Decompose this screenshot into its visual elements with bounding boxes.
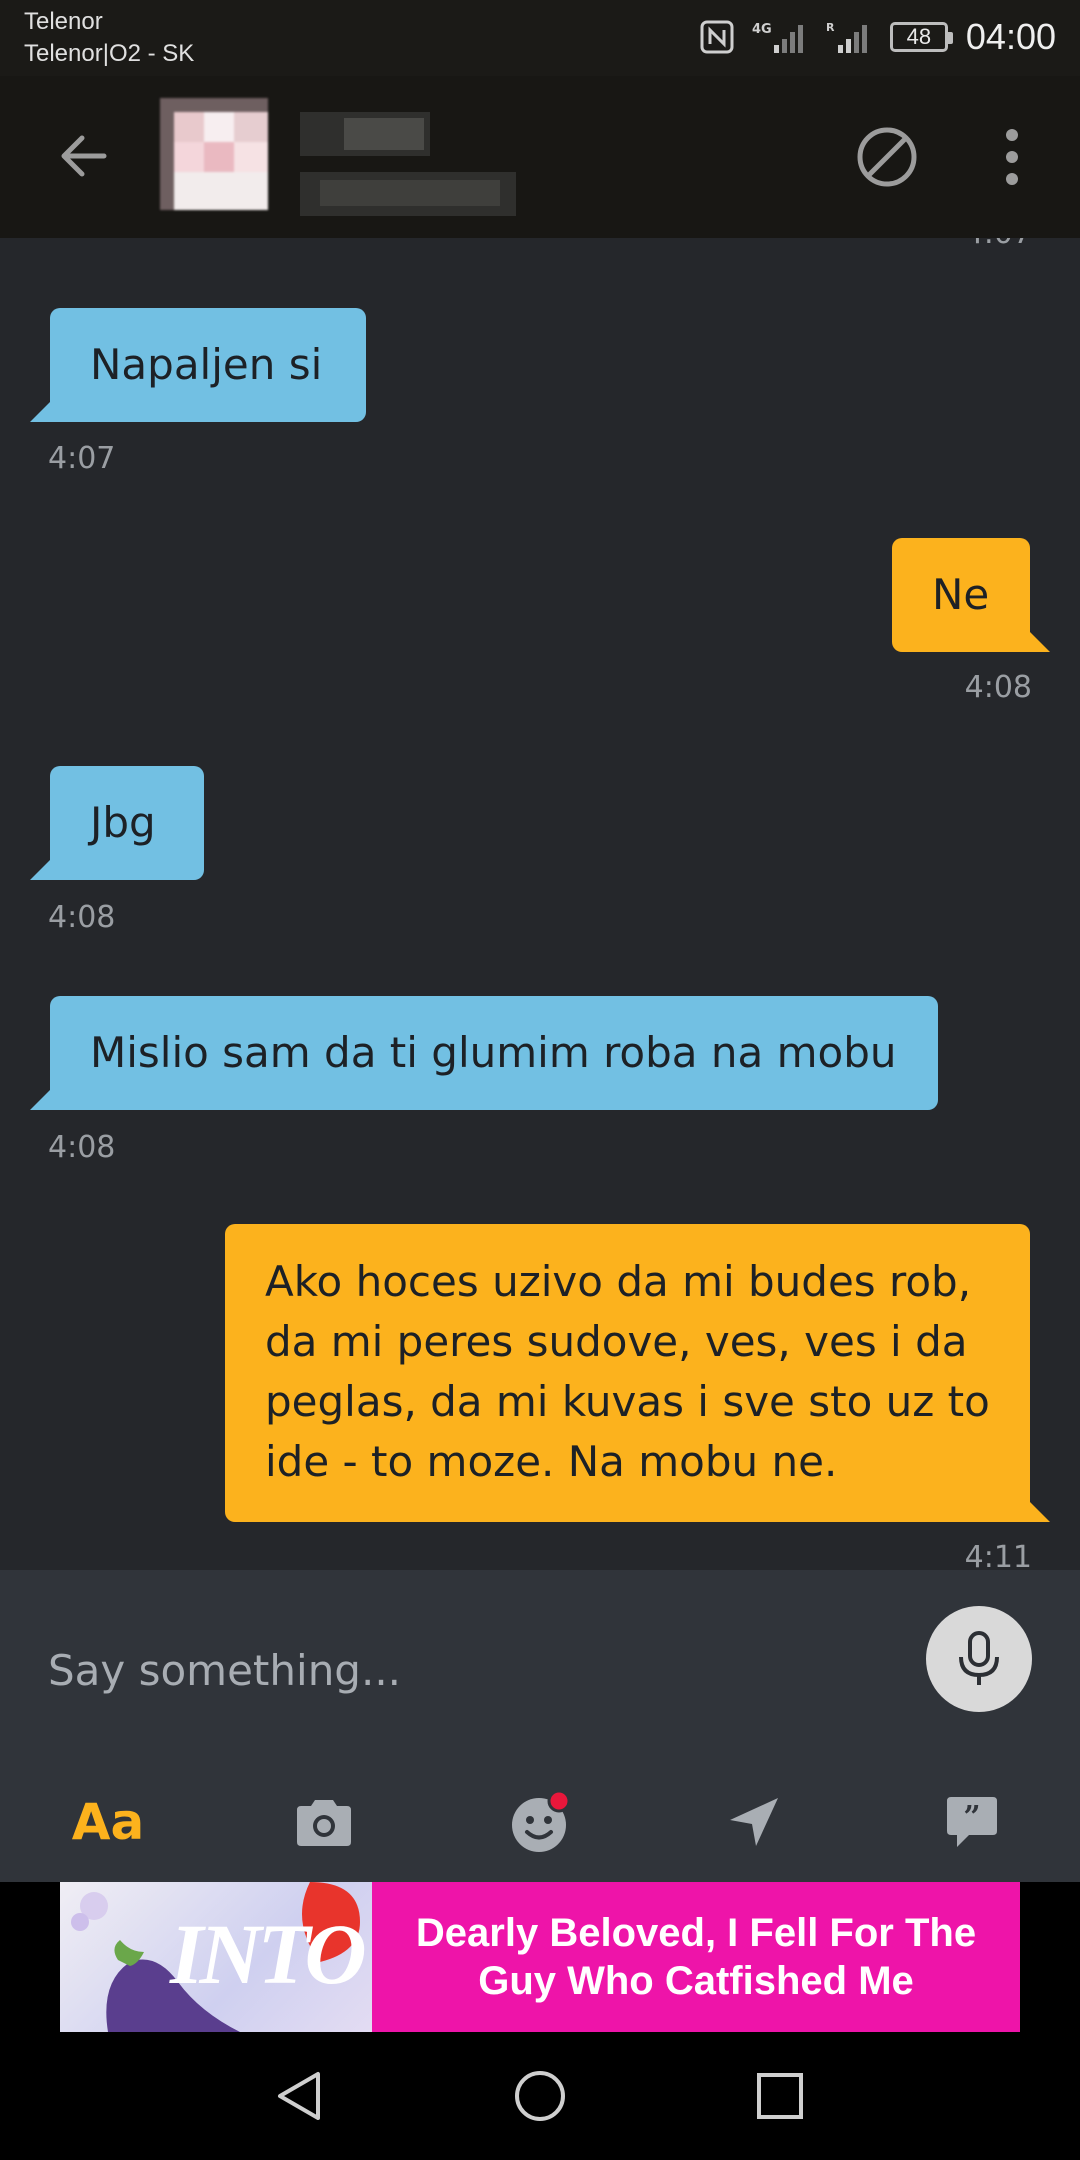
send-location-icon — [730, 1798, 778, 1846]
message-text: Ako hoces uzivo da mi budes rob, da mi p… — [265, 1257, 990, 1486]
nav-back-button[interactable] — [262, 2058, 338, 2134]
notification-dot — [547, 1789, 571, 1813]
message-text: Jbg — [90, 798, 156, 847]
composer-toolbar: Aa ” — [0, 1762, 1080, 1882]
text-mode-button[interactable]: Aa — [58, 1772, 158, 1872]
nav-recents-icon — [757, 2073, 803, 2119]
message-incoming[interactable]: Mislio sam da ti glumim roba na mobu — [30, 996, 938, 1110]
message-time: 4:08 — [48, 1130, 116, 1165]
send-location-button[interactable] — [704, 1772, 804, 1872]
status-bar: Telenor Telenor|O2 - SK 4G R 48 04:00 — [0, 0, 1080, 76]
network-label: 4G — [752, 22, 772, 37]
carrier-2: Telenor|O2 - SK — [24, 40, 195, 67]
camera-button[interactable] — [274, 1772, 374, 1872]
svg-text:”: ” — [963, 1800, 980, 1835]
avatar[interactable] — [160, 98, 268, 210]
message-text: Napaljen si — [90, 340, 323, 389]
status-icons: 4G R 48 04:00 — [700, 12, 1056, 62]
message-time: 4:11 — [964, 1540, 1032, 1570]
battery-level: 48 — [906, 24, 932, 49]
ad-headline: Dearly Beloved, I Fell For The Guy Who C… — [372, 1882, 1020, 2032]
nav-home-button[interactable] — [502, 2058, 578, 2134]
message-outgoing[interactable]: Ako hoces uzivo da mi budes rob, da mi p… — [225, 1224, 1050, 1522]
message-incoming[interactable]: Napaljen si — [30, 308, 366, 422]
back-button[interactable] — [48, 120, 120, 192]
contact-name-redacted[interactable] — [300, 112, 530, 222]
chat-messages[interactable]: 4:07 Napaljen si 4:07 Ne 4:08 Jbg 4:08 M… — [0, 238, 1080, 1570]
message-incoming[interactable]: Jbg — [30, 766, 204, 880]
message-time: 4:08 — [48, 900, 116, 935]
microphone-icon — [959, 1631, 999, 1685]
text-mode-label: Aa — [71, 1793, 145, 1851]
message-outgoing[interactable]: Ne — [892, 538, 1050, 652]
camera-icon — [297, 1800, 351, 1846]
block-button[interactable] — [852, 122, 922, 192]
signal-4g-icon: 4G — [752, 22, 803, 53]
nav-recents-button[interactable] — [742, 2058, 818, 2134]
arrow-left-icon — [61, 135, 107, 177]
message-time: 4:08 — [964, 670, 1032, 705]
message-text: Mislio sam da ti glumim roba na mobu — [90, 1028, 897, 1077]
message-composer: Aa ” — [0, 1570, 1080, 1882]
battery-indicator: 48 — [889, 22, 953, 52]
more-vertical-icon — [1006, 129, 1018, 185]
message-input[interactable] — [48, 1630, 868, 1710]
sticker-button[interactable] — [490, 1772, 590, 1872]
ad-banner-area: INTO Dearly Beloved, I Fell For The Guy … — [0, 1882, 1080, 2032]
clock: 04:00 — [965, 16, 1056, 57]
message-time: 4:07 — [48, 441, 116, 476]
nav-home-icon — [515, 2071, 565, 2121]
cut-off-time: 4:07 — [965, 238, 1032, 251]
voice-message-button[interactable] — [926, 1606, 1032, 1712]
nav-back-icon — [278, 2072, 320, 2120]
saved-phrases-button[interactable]: ” — [922, 1772, 1022, 1872]
saved-phrases-icon: ” — [947, 1797, 997, 1847]
more-options-button[interactable] — [992, 122, 1032, 192]
ad-logo: INTO — [170, 1906, 367, 2002]
block-icon — [857, 127, 917, 187]
sticker-icon — [512, 1789, 571, 1852]
carrier-1: Telenor — [24, 8, 103, 35]
message-text: Ne — [932, 570, 990, 619]
ad-banner[interactable]: INTO Dearly Beloved, I Fell For The Guy … — [60, 1882, 1020, 2032]
roaming-label: R — [826, 21, 835, 34]
ad-image: INTO — [60, 1882, 372, 2032]
chat-header — [0, 76, 1080, 238]
carrier-info: Telenor Telenor|O2 - SK — [24, 6, 194, 70]
system-nav-bar — [0, 2032, 1080, 2160]
signal-roaming-icon: R — [826, 21, 867, 53]
nfc-icon — [700, 20, 734, 54]
